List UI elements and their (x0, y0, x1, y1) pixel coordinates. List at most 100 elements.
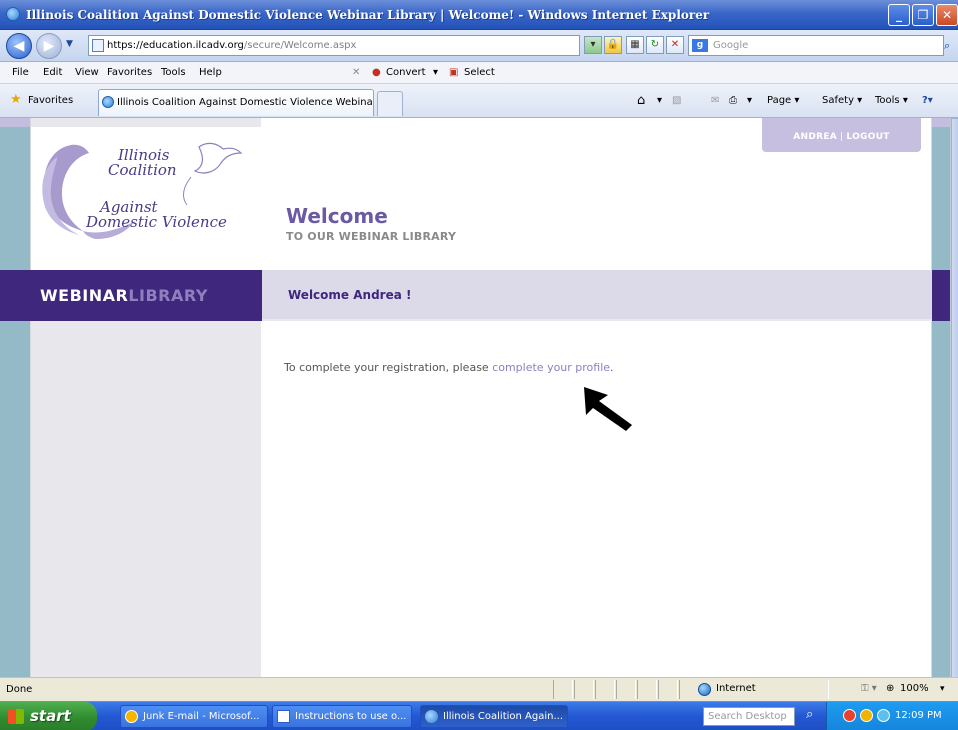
home-dropdown-icon[interactable]: ▾ (657, 84, 662, 118)
menu-bar: File Edit View Favorites Tools Help ✕ ● … (0, 62, 958, 84)
menu-file[interactable]: File (12, 62, 29, 84)
system-tray: 12:09 PM (826, 702, 958, 730)
greeting-bar: Welcome Andrea ! (262, 270, 932, 321)
webinar-library-logo[interactable]: WEBINARLIBRARY (40, 286, 208, 305)
username-link[interactable]: ANDREA (793, 132, 837, 142)
status-cell-2 (574, 680, 594, 699)
logo-text: Illinois Coalition Against Domestic Viol… (86, 148, 227, 230)
url-field[interactable]: https://education.ilcadv.org/secure/Welc… (88, 35, 580, 56)
tab-title: Illinois Coalition Against Domestic Viol… (117, 97, 374, 108)
windows-flag-icon (8, 709, 24, 724)
lock-icon[interactable]: 🔒 (604, 36, 622, 54)
taskbar-item-ie[interactable]: Illinois Coalition Again... (420, 705, 568, 728)
tools-menu-label: Tools (875, 95, 900, 106)
menu-help[interactable]: Help (199, 62, 222, 84)
minimize-button[interactable]: _ (888, 4, 910, 26)
url-scheme: https:// (107, 40, 143, 51)
tools-menu[interactable]: Tools ▾ (875, 84, 908, 118)
logout-link[interactable]: LOGOUT (846, 132, 889, 142)
taskbar-item-word[interactable]: Instructions to use o... (272, 705, 412, 728)
restore-button[interactable]: ❐ (912, 4, 934, 26)
google-icon: g (692, 39, 708, 52)
clock: 12:09 PM (895, 710, 942, 721)
taskbar: start Junk E-mail - Microsof... Instruct… (0, 701, 958, 730)
address-bar: ◀ ▶ ▼ https://education.ilcadv.org/secur… (0, 30, 958, 62)
menu-tools[interactable]: Tools (161, 62, 186, 84)
status-cell-3 (595, 680, 615, 699)
menu-favorites[interactable]: Favorites (107, 62, 152, 84)
vertical-scrollbar[interactable] (950, 118, 958, 678)
close-button[interactable]: ✕ (936, 4, 958, 26)
start-button[interactable]: start (0, 702, 97, 730)
status-bar: Done Internet ⚿ ▾ ⊕ 100% ▾ (0, 677, 958, 701)
compat-view-icon[interactable]: ▦ (626, 36, 644, 54)
search-icon[interactable]: ⌕ (944, 35, 958, 56)
start-label: start (30, 707, 71, 725)
convert-dropdown-icon[interactable]: ▾ (433, 62, 438, 84)
protected-mode-icon[interactable]: ⚿ ▾ (861, 678, 877, 700)
greeting-text: Welcome Andrea ! (288, 288, 412, 302)
menu-edit[interactable]: Edit (43, 62, 62, 84)
favorites-star-icon[interactable]: ★ (10, 93, 22, 106)
url-host: education.ilcadv.org (142, 40, 244, 51)
ie-taskbar-icon (425, 710, 438, 723)
status-cell-4 (616, 680, 636, 699)
toolbar-close-icon[interactable]: ✕ (352, 62, 360, 84)
message-period: . (610, 361, 614, 374)
desktop-search-icon[interactable]: ⌕ (806, 707, 813, 722)
status-cell-6 (658, 680, 678, 699)
page-subtitle: TO OUR WEBINAR LIBRARY (286, 230, 457, 243)
desktop-search-placeholder: Search Desktop (708, 711, 787, 722)
select-button[interactable]: Select (464, 62, 495, 84)
forward-button[interactable]: ▶ (36, 33, 62, 59)
tab-active[interactable]: Illinois Coalition Against Domestic Viol… (98, 89, 374, 116)
tray-icon-1[interactable] (843, 709, 856, 722)
tray-icon-2[interactable] (860, 709, 873, 722)
status-cell-5 (637, 680, 657, 699)
convert-button[interactable]: Convert (386, 62, 426, 84)
window-title: Illinois Coalition Against Domestic Viol… (26, 8, 710, 22)
new-tab-button[interactable] (377, 91, 403, 116)
safety-menu[interactable]: Safety ▾ (822, 84, 862, 118)
zoom-dropdown-icon[interactable]: ▾ (940, 678, 945, 700)
taskbar-item-label: Instructions to use o... (295, 711, 407, 722)
outlook-icon (125, 710, 138, 723)
ie-window: Illinois Coalition Against Domestic Viol… (0, 0, 958, 730)
registration-message: To complete your registration, please co… (284, 361, 614, 374)
document-icon (277, 710, 290, 723)
url-dropdown-button[interactable]: ▾ (584, 36, 602, 54)
back-button[interactable]: ◀ (6, 33, 32, 59)
feeds-icon[interactable]: ▧ (672, 84, 681, 118)
print-icon[interactable]: ⎙ (729, 84, 737, 118)
mail-icon[interactable]: ✉ (711, 84, 719, 118)
zoom-level[interactable]: 100% (900, 678, 929, 700)
scrollbar-thumb[interactable] (951, 118, 958, 678)
taskbar-item-outlook[interactable]: Junk E-mail - Microsof... (120, 705, 268, 728)
complete-profile-link[interactable]: complete your profile (492, 361, 610, 374)
desktop-search-field[interactable]: Search Desktop (703, 707, 795, 726)
search-placeholder: Google (713, 40, 749, 51)
tab-ie-icon (102, 96, 114, 108)
menu-view[interactable]: View (75, 62, 99, 84)
window-controls: _ ❐ ✕ (888, 4, 958, 26)
message-text: To complete your registration, please (284, 361, 493, 374)
brand-part-1: WEBINAR (40, 286, 129, 305)
url-path: /secure/Welcome.aspx (243, 40, 357, 51)
status-cell-1 (553, 680, 573, 699)
refresh-icon[interactable]: ↻ (646, 36, 664, 54)
help-icon[interactable]: ?▾ (922, 84, 933, 118)
search-field[interactable]: g Google (688, 35, 944, 56)
title-bar: Illinois Coalition Against Domestic Viol… (0, 0, 958, 30)
user-account-tab: ANDREA | LOGOUT (762, 118, 921, 152)
home-icon[interactable]: ⌂ (637, 84, 645, 118)
print-dropdown-icon[interactable]: ▾ (747, 84, 752, 118)
page-icon (92, 39, 104, 52)
history-dropdown-icon[interactable]: ▼ (66, 39, 73, 49)
ie-logo-icon (6, 7, 20, 21)
favorites-button[interactable]: Favorites (28, 84, 73, 118)
page-menu[interactable]: Page ▾ (767, 84, 799, 118)
status-text: Done (6, 684, 33, 695)
tray-icon-3[interactable] (877, 709, 890, 722)
zoom-icon[interactable]: ⊕ (886, 678, 894, 700)
stop-icon[interactable]: ✕ (666, 36, 684, 54)
